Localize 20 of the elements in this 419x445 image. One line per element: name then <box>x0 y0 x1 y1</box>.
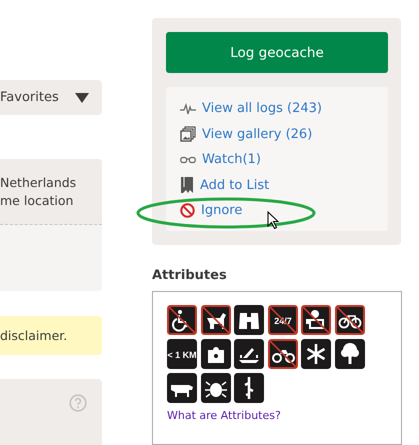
attribute-icon: < 1 KM <box>167 338 197 368</box>
location-text: me location <box>0 192 74 210</box>
help-icon[interactable] <box>69 394 87 412</box>
dropdown-arrow-icon <box>75 92 89 103</box>
action-link[interactable]: View all logs (243) <box>202 101 322 116</box>
action-link[interactable]: View gallery (26) <box>202 126 312 142</box>
bookmark-icon <box>180 177 194 194</box>
notice-text: disclaimer. <box>0 328 68 343</box>
glasses-icon <box>180 156 196 164</box>
action-link[interactable]: Watch(1) <box>202 152 261 168</box>
attributes-help-link[interactable]: What are Attributes? <box>167 408 281 422</box>
favorites-dropdown[interactable]: Favorites <box>0 80 102 116</box>
action-link[interactable]: Add to List <box>200 178 270 193</box>
log-geocache-button[interactable]: Log geocache <box>166 32 388 73</box>
prohibited-icon <box>180 203 195 218</box>
attributes-heading: Attributes <box>152 268 228 282</box>
pulse-icon <box>180 102 196 115</box>
action-link[interactable]: Ignore <box>201 203 242 218</box>
gallery-icon <box>180 126 196 142</box>
location-text: Netherlands <box>0 174 78 192</box>
